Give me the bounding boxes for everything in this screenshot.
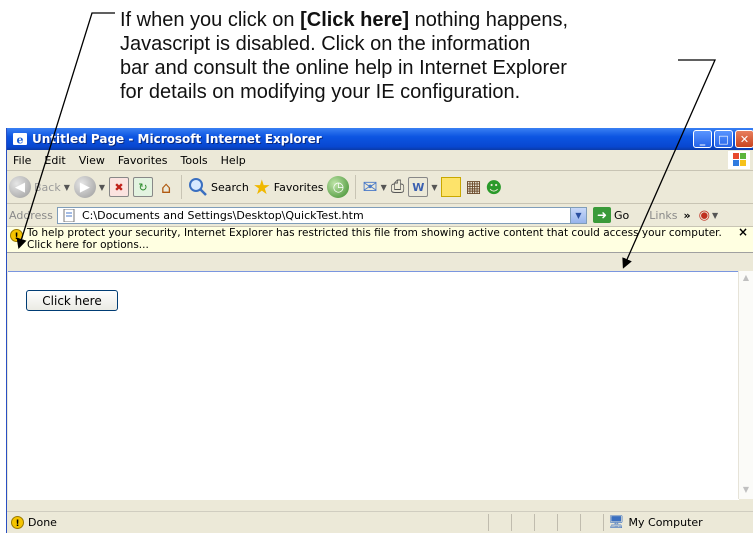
forward-arrow-icon: ▶ — [73, 176, 96, 198]
annotation-line-2: Javascript is disabled. Click on the inf… — [120, 33, 531, 55]
back-button[interactable]: ◀ Back ▼ — [9, 174, 70, 200]
search-label: Search — [211, 180, 249, 194]
browser-window: e Untitled Page - Microsoft Internet Exp… — [6, 128, 753, 533]
annotation-line-4: for details on modifying your IE configu… — [120, 81, 521, 103]
computer-icon: 🖥 — [608, 515, 625, 530]
menu-help[interactable]: Help — [221, 154, 246, 167]
edit-dropdown-icon[interactable]: ▼ — [431, 183, 437, 192]
security-zone[interactable]: 🖥 My Computer — [603, 514, 753, 531]
address-bar: Address ▼ ➜ Go Links » ◉ ▼ — [7, 204, 753, 227]
zone-label: My Computer — [628, 516, 703, 529]
status-page-icon: ! — [11, 516, 24, 529]
standard-toolbar: ◀ Back ▼ ▶ ▼ ✖ ↻ ⌂ Search ★ Favorites ◷ … — [7, 171, 753, 204]
status-cell — [511, 514, 534, 531]
home-icon[interactable]: ⌂ — [157, 178, 175, 197]
menu-bar: File Edit View Favorites Tools Help — [7, 150, 753, 171]
windows-flag-icon — [728, 151, 750, 169]
links-label[interactable]: Links — [649, 209, 677, 222]
address-input[interactable] — [82, 208, 542, 222]
links-chevron-icon[interactable]: » — [684, 209, 691, 222]
annotation-line-1: If when you click on [Click here] nothin… — [120, 8, 720, 32]
printer-icon: ⎙ — [390, 177, 405, 197]
go-arrow-icon: ➜ — [593, 207, 611, 223]
toolbar-separator — [181, 175, 183, 199]
history-button[interactable]: ◷ — [327, 174, 350, 200]
maximize-button[interactable]: □ — [714, 130, 733, 148]
back-dropdown-icon[interactable]: ▼ — [64, 183, 70, 192]
title-bar[interactable]: e Untitled Page - Microsoft Internet Exp… — [7, 128, 753, 150]
menu-edit[interactable]: Edit — [44, 154, 65, 167]
toolbar-separator — [355, 175, 357, 199]
address-label: Address — [9, 208, 53, 222]
status-cell — [580, 514, 603, 531]
annotation-line-3: bar and consult the online help in Inter… — [120, 57, 567, 79]
go-label: Go — [614, 208, 630, 222]
vertical-scrollbar[interactable]: ▲ ▼ — [738, 271, 753, 499]
window-title: Untitled Page - Microsoft Internet Explo… — [32, 132, 322, 146]
status-cell — [534, 514, 557, 531]
annotation-callout: If when you click on [Click here] nothin… — [120, 8, 720, 104]
close-button[interactable]: ✕ — [735, 130, 753, 148]
infobar-message[interactable]: To help protect your security, Internet … — [27, 227, 727, 251]
word-icon: W — [408, 177, 429, 197]
favorites-star-icon: ★ — [252, 175, 271, 199]
history-icon: ◷ — [327, 176, 350, 198]
mail-dropdown-icon[interactable]: ▼ — [381, 183, 387, 192]
menu-tools[interactable]: Tools — [181, 154, 208, 167]
stop-icon[interactable]: ✖ — [109, 177, 130, 197]
go-button[interactable]: ➜ Go — [593, 207, 629, 223]
messenger-icon: ☻ — [485, 177, 503, 197]
links-ie-icon[interactable]: ◉ — [699, 208, 710, 223]
menu-file[interactable]: File — [13, 154, 31, 167]
mail-icon: ✉ — [362, 176, 378, 198]
menu-favorites[interactable]: Favorites — [118, 154, 168, 167]
status-cell — [488, 514, 511, 531]
minimize-button[interactable]: _ — [693, 130, 712, 148]
information-bar[interactable]: ! To help protect your security, Interne… — [7, 226, 753, 253]
forward-dropdown-icon[interactable]: ▼ — [99, 183, 105, 192]
svg-text:e: e — [17, 134, 24, 147]
annotation-line-1-bold: [Click here] — [300, 9, 410, 31]
status-bar: ! Done 🖥 My Computer — [7, 511, 753, 533]
address-dropdown-icon[interactable]: ▼ — [570, 207, 586, 223]
research-icon: ▦ — [465, 177, 482, 197]
shield-warning-icon: ! — [10, 229, 23, 242]
mail-button[interactable]: ✉ ▼ — [362, 174, 386, 200]
address-field[interactable]: ▼ — [57, 206, 587, 224]
favorites-label: Favorites — [273, 180, 324, 194]
back-label: Back — [34, 180, 61, 194]
edit-word-button[interactable]: W ▼ — [408, 174, 437, 200]
menu-view[interactable]: View — [79, 154, 105, 167]
note-icon — [441, 177, 462, 197]
research-button[interactable]: ▦ — [465, 174, 481, 200]
svg-text:!: ! — [15, 519, 19, 529]
page-content: Click here — [8, 271, 739, 500]
infobar-close-icon[interactable]: × — [738, 226, 748, 239]
annotation-line-1-pre: If when you click on — [120, 9, 301, 31]
favorites-button[interactable]: ★ Favorites — [253, 174, 324, 200]
links-dropdown-icon[interactable]: ▼ — [712, 211, 718, 220]
search-icon — [189, 178, 207, 196]
page-icon — [63, 208, 75, 222]
forward-button[interactable]: ▶ ▼ — [73, 174, 105, 200]
annotation-line-1-post: nothing happens, — [409, 9, 569, 31]
svg-text:!: ! — [14, 232, 18, 242]
discuss-button[interactable] — [441, 174, 462, 200]
back-arrow-icon: ◀ — [9, 176, 31, 198]
status-cell — [557, 514, 580, 531]
scroll-up-icon[interactable]: ▲ — [741, 273, 751, 285]
scroll-down-icon[interactable]: ▼ — [741, 485, 751, 497]
refresh-icon[interactable]: ↻ — [133, 177, 154, 197]
status-text: Done — [28, 516, 57, 529]
messenger-button[interactable]: ☻ — [486, 174, 503, 200]
search-button[interactable]: Search — [188, 174, 249, 200]
print-button[interactable]: ⎙ — [391, 174, 405, 200]
ie-logo-icon: e — [13, 133, 27, 147]
click-here-button[interactable]: Click here — [26, 290, 118, 311]
